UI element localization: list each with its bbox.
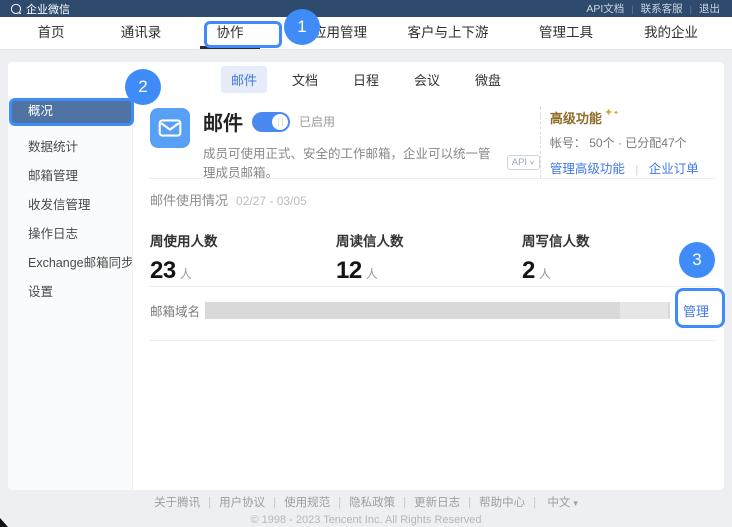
divider	[150, 340, 716, 341]
mail-app-icon	[150, 108, 190, 148]
active-nav-underline	[200, 46, 260, 49]
sidebar-item-statistics[interactable]: 数据统计	[8, 133, 132, 162]
sidebar-item-send-receive[interactable]: 收发信管理	[8, 191, 132, 220]
content-card: 邮件 文档 日程 会议 微盘 概况 数据统计 邮箱管理 收发信管理 操作日志 E…	[8, 62, 724, 490]
app-description: 成员可使用正式、安全的工作邮箱，企业可以统一管理成员邮箱。	[203, 143, 501, 181]
api-docs-link[interactable]: API文档	[586, 1, 624, 16]
premium-title: 高级功能	[550, 108, 602, 127]
nav-item-home[interactable]: 首页	[38, 17, 65, 49]
sidebar-item-settings[interactable]: 设置	[8, 278, 132, 307]
api-dropdown-button[interactable]: API ∨	[507, 155, 540, 170]
nav-item-contacts[interactable]: 通讯录	[121, 17, 162, 49]
footer-rules-link[interactable]: 使用规范	[265, 494, 330, 510]
mail-enabled-toggle[interactable]	[252, 112, 290, 132]
stat-value: 12	[336, 257, 362, 285]
topbar: 企业微信 API文档 联系客服 退出	[0, 0, 732, 17]
sparkle-icon: ✦	[604, 108, 613, 119]
app-title: 邮件	[203, 107, 243, 136]
stat-weekly-writers: 周写信人数 2 人	[522, 230, 708, 285]
nav-item-apps[interactable]: 应用管理	[313, 17, 367, 49]
page-footer: 关于腾讯 用户协议 使用规范 隐私政策 更新日志 帮助中心 中文▾ © 1998…	[0, 494, 732, 526]
manage-domain-link[interactable]: 管理	[683, 301, 709, 320]
mail-app-header: 邮件 已启用 成员可使用正式、安全的工作邮箱，企业可以统一管理成员邮箱。 API…	[150, 97, 716, 178]
usage-title: 邮件使用情况	[150, 190, 228, 209]
stat-value: 2	[522, 257, 535, 285]
manage-premium-link[interactable]: 管理高级功能	[550, 162, 625, 176]
logout-link[interactable]: 退出	[683, 1, 720, 16]
wecom-logo-icon	[10, 3, 22, 15]
nav-item-customers[interactable]: 客户与上下游	[408, 17, 489, 49]
tab-calendar[interactable]: 日程	[343, 66, 389, 93]
caret-down-icon: ▾	[573, 498, 578, 508]
stat-value: 23	[150, 257, 176, 285]
domain-label: 邮箱域名	[150, 301, 205, 320]
sidebar-item-logs[interactable]: 操作日志	[8, 220, 132, 249]
sidebar-item-overview[interactable]: 概况	[10, 100, 131, 123]
collab-tabs: 邮件 文档 日程 会议 微盘	[8, 62, 724, 97]
enterprise-order-link[interactable]: 企业订单	[649, 162, 699, 176]
sidebar: 概况 数据统计 邮箱管理 收发信管理 操作日志 Exchange邮箱同步 设置	[8, 97, 133, 490]
chevron-down-icon: ∨	[529, 158, 535, 165]
brand[interactable]: 企业微信	[10, 1, 70, 17]
usage-section: 邮件使用情况 02/27 - 03/05 周使用人数 23 人 周读信人数	[150, 179, 716, 286]
footer-privacy-link[interactable]: 隐私政策	[330, 494, 395, 510]
premium-panel: 高级功能 ✦ ✦ 帐号： 50个 · 已分配47个 管理高级功能 | 企业订单	[540, 107, 716, 178]
contact-support-link[interactable]: 联系客服	[624, 1, 682, 16]
tab-drive[interactable]: 微盘	[465, 66, 511, 93]
nav-item-my-company[interactable]: 我的企业	[644, 17, 698, 49]
premium-accounts: 帐号： 50个 · 已分配47个	[550, 134, 716, 151]
stat-unit: 人	[180, 265, 192, 282]
tab-meeting[interactable]: 会议	[404, 66, 450, 93]
nav-item-collaboration[interactable]: 协作	[217, 17, 244, 49]
footer-changelog-link[interactable]: 更新日志	[395, 494, 460, 510]
card-body: 概况 数据统计 邮箱管理 收发信管理 操作日志 Exchange邮箱同步 设置	[8, 97, 724, 490]
stat-unit: 人	[366, 265, 378, 282]
domain-redacted-bar	[205, 302, 670, 319]
main-content: 邮件 已启用 成员可使用正式、安全的工作邮箱，企业可以统一管理成员邮箱。 API…	[133, 97, 724, 490]
mouse-cursor	[0, 518, 8, 527]
stat-weekly-readers: 周读信人数 12 人	[336, 230, 522, 285]
wecom-admin-screen: 企业微信 API文档 联系客服 退出 首页 通讯录 协作 应用管理 客户与上下游…	[0, 0, 732, 527]
nav-item-admin-tools[interactable]: 管理工具	[539, 17, 593, 49]
app-status-label: 已启用	[299, 113, 335, 130]
footer-help-link[interactable]: 帮助中心	[460, 494, 525, 510]
topbar-links: API文档 联系客服 退出	[586, 1, 720, 16]
main-nav: 首页 通讯录 协作 应用管理 客户与上下游 管理工具 我的企业	[0, 17, 732, 50]
stat-weekly-users: 周使用人数 23 人	[150, 230, 336, 285]
toggle-knob	[272, 114, 288, 130]
sparkle-icon: ✦	[613, 108, 619, 119]
footer-about-link[interactable]: 关于腾讯	[154, 494, 200, 510]
mail-domain-section: 邮箱域名 管理	[150, 287, 716, 340]
tab-docs[interactable]: 文档	[282, 66, 328, 93]
mail-app-info: 邮件 已启用 成员可使用正式、安全的工作邮箱，企业可以统一管理成员邮箱。 API…	[203, 107, 540, 178]
brand-name: 企业微信	[26, 1, 70, 17]
language-selector[interactable]: 中文▾	[525, 494, 578, 510]
footer-terms-link[interactable]: 用户协议	[200, 494, 265, 510]
tab-mail[interactable]: 邮件	[221, 66, 267, 93]
stat-unit: 人	[539, 265, 551, 282]
copyright: © 1998 - 2023 Tencent Inc. All Rights Re…	[0, 514, 732, 526]
envelope-icon	[157, 115, 183, 141]
sidebar-item-exchange-sync[interactable]: Exchange邮箱同步	[8, 249, 132, 278]
sidebar-item-mailbox-mgmt[interactable]: 邮箱管理	[8, 162, 132, 191]
usage-period: 02/27 - 03/05	[236, 194, 307, 208]
